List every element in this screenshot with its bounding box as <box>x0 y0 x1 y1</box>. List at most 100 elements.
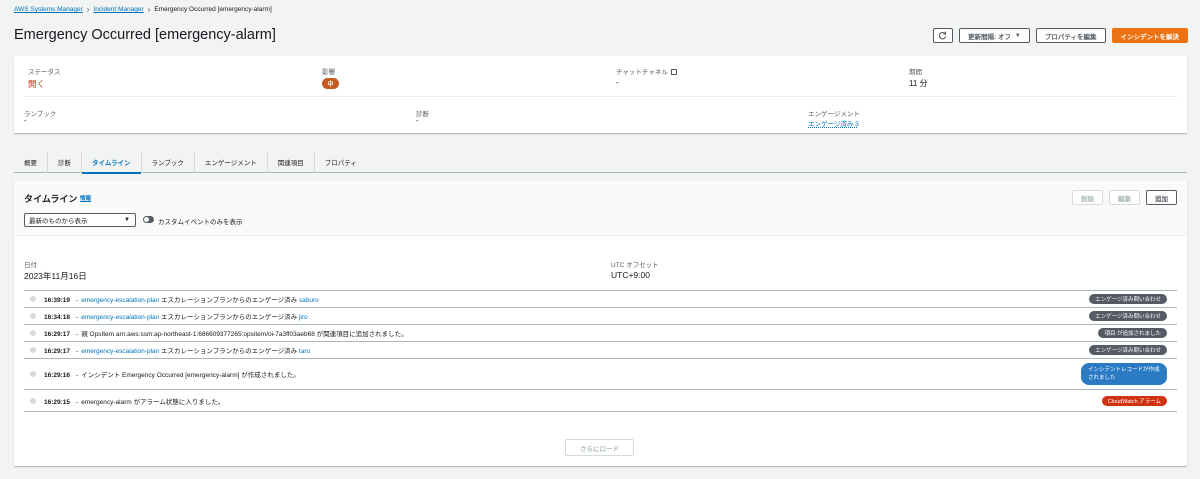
event-text: 16:29:16- インシデント Emergency Occurred [emer… <box>44 369 300 379</box>
chevron-right-icon: › <box>86 5 90 14</box>
info-link[interactable]: 情報 <box>80 194 91 202</box>
status-value: 開く <box>28 79 46 89</box>
tab-runbook[interactable]: ランブック <box>142 151 195 173</box>
tab-timeline[interactable]: タイムライン <box>82 151 142 174</box>
date-value: 2023年11月16日 <box>24 271 87 281</box>
event-dot-icon <box>30 397 36 404</box>
event-dot-icon <box>30 371 36 377</box>
event-text: 16:29:17- emergency-escalation-plan エスカレー… <box>44 345 310 355</box>
sort-order-value: 最新のものから表示 <box>29 218 88 225</box>
runbook-label: ランブック <box>24 111 57 118</box>
timeline-event-row: 16:29:15- emergency-alarm がアラーム状態に入りました。 C… <box>24 390 1177 412</box>
timeline-events: 16:39:19- emergency-escalation-plan エスカレー… <box>24 290 1177 412</box>
engagement-link[interactable]: エンゲージ済み 3 <box>808 118 859 128</box>
contact-link[interactable]: saburo <box>299 297 319 304</box>
header-actions: 更新間隔: オフ ▼ プロパティを編集 インシデントを解決 <box>932 28 1188 43</box>
impact-badge: 中 <box>322 78 339 89</box>
event-separator: - <box>76 398 79 406</box>
escalation-plan-link[interactable]: emergency-escalation-plan <box>81 348 159 355</box>
breadcrumb-incident-manager[interactable]: Incident Manager <box>93 6 143 13</box>
diagnosis-value: - <box>416 118 419 125</box>
caret-down-icon: ▼ <box>124 217 130 223</box>
event-time: 16:39:19 <box>44 297 71 304</box>
edit-properties-button[interactable]: プロパティを編集 <box>1035 28 1106 43</box>
event-time: 16:29:17 <box>44 348 71 355</box>
contact-link[interactable]: jiro <box>299 314 308 321</box>
refresh-interval-label: 更新間隔: オフ <box>967 33 1011 41</box>
duration-label: 期間 <box>909 69 922 76</box>
custom-events-toggle-label: カスタムイベントのみを表示 <box>158 219 243 226</box>
contact-link[interactable]: taro <box>299 348 310 355</box>
event-dot-icon <box>30 330 36 336</box>
timeline-event-row: 16:29:17- 親 OpsItem arn:aws:ssm:ap-northe… <box>24 325 1177 342</box>
engagement-label: エンゲージメント <box>808 111 860 118</box>
edit-button[interactable]: 編集 <box>1109 190 1140 205</box>
incident-summary: ステータス 開く 影響 中 チャットチャネル - 期間 11 分 ランブック -… <box>14 56 1187 133</box>
event-type-badge: エンゲージ済み問い合わせ <box>1089 311 1167 321</box>
event-description: エスカレーションプランからのエンゲージ済み <box>159 314 299 321</box>
tab-related-items[interactable]: 関連項目 <box>268 151 315 173</box>
incident-tabs: 概要 診断 タイムライン ランブック エンゲージメント 関連項目 プロパティ <box>14 151 1187 174</box>
event-text: 16:34:18- emergency-escalation-plan エスカレー… <box>44 311 308 321</box>
chevron-right-icon: › <box>147 5 151 14</box>
event-description: エスカレーションプランからのエンゲージ済み <box>159 297 299 304</box>
event-time: 16:29:15 <box>44 398 71 406</box>
event-separator: - <box>76 348 79 355</box>
event-type-badge: 項目 が追加されました <box>1098 328 1167 338</box>
timeline-event-row: 16:39:19- emergency-escalation-plan エスカレー… <box>24 291 1177 308</box>
timeline-actions: 削除 編集 追加 <box>1072 190 1177 205</box>
timeline-event-row: 16:29:16- インシデント Emergency Occurred [emer… <box>24 359 1177 390</box>
event-text: 16:39:19- emergency-escalation-plan エスカレー… <box>44 294 319 304</box>
event-separator: - <box>76 331 79 338</box>
event-type-badge: エンゲージ済み問い合わせ <box>1089 294 1167 304</box>
timeline-title: タイムライン <box>24 194 78 204</box>
event-type-badge: CloudWatch アラーム <box>1101 395 1167 406</box>
delete-button[interactable]: 削除 <box>1072 190 1103 205</box>
refresh-icon <box>939 31 947 40</box>
event-separator: - <box>76 314 79 321</box>
event-description: エスカレーションプランからのエンゲージ済み <box>159 348 299 355</box>
event-dot-icon <box>30 313 36 319</box>
timeline-panel: タイムライン 情報 削除 編集 追加 最新のものから表示 ▼ カスタムイベントの… <box>14 181 1187 466</box>
event-dot-icon <box>30 347 36 353</box>
event-separator: - <box>76 297 79 304</box>
timeline-event-row: 16:29:17- emergency-escalation-plan エスカレー… <box>24 342 1177 359</box>
load-more-button[interactable]: さらにロード <box>565 439 634 456</box>
sort-order-select[interactable]: 最新のものから表示 ▼ <box>24 213 136 227</box>
runbook-value: - <box>24 118 27 125</box>
resolve-incident-button[interactable]: インシデントを解決 <box>1111 28 1188 43</box>
timeline-header: タイムライン 情報 削除 編集 追加 最新のものから表示 ▼ カスタムイベントの… <box>14 181 1187 236</box>
utc-offset-value: UTC+9:00 <box>611 270 650 280</box>
impact-label: 影響 <box>322 69 335 76</box>
event-dot-icon <box>30 296 36 302</box>
event-description: インシデント Emergency Occurred [emergency-ala… <box>81 372 300 379</box>
refresh-interval-dropdown[interactable]: 更新間隔: オフ ▼ <box>958 28 1030 43</box>
timeline-event-row: 16:34:18- emergency-escalation-plan エスカレー… <box>24 308 1177 325</box>
refresh-button[interactable] <box>932 28 953 43</box>
caret-down-icon: ▼ <box>1014 32 1021 39</box>
tab-overview[interactable]: 概要 <box>14 151 48 173</box>
tab-properties[interactable]: プロパティ <box>315 152 367 173</box>
event-time: 16:29:16 <box>44 372 71 379</box>
escalation-plan-link[interactable]: emergency-escalation-plan <box>81 314 159 321</box>
event-description: 親 OpsItem arn:aws:ssm:ap-northeast-1:686… <box>81 331 408 338</box>
summary-divider <box>24 96 1177 97</box>
diagnosis-label: 診断 <box>416 111 429 118</box>
date-label: 日付 <box>24 262 37 269</box>
event-text: 16:29:17- 親 OpsItem arn:aws:ssm:ap-northe… <box>44 328 408 338</box>
tab-engagements[interactable]: エンゲージメント <box>195 151 268 173</box>
custom-events-toggle[interactable] <box>143 216 154 223</box>
escalation-plan-link[interactable]: emergency-escalation-plan <box>81 297 159 304</box>
chat-channel-label: チャットチャネル <box>616 66 677 76</box>
duration-value: 11 分 <box>909 79 928 88</box>
tab-diagnosis[interactable]: 診断 <box>48 151 82 173</box>
add-button[interactable]: 追加 <box>1146 190 1177 205</box>
event-time: 16:29:17 <box>44 331 71 338</box>
event-text: 16:29:15- emergency-alarm がアラーム状態に入りました。 <box>44 396 224 406</box>
chat-channel-value: - <box>616 78 619 87</box>
status-label: ステータス <box>28 69 61 76</box>
breadcrumb-systems-manager[interactable]: AWS Systems Manager <box>14 6 83 13</box>
event-type-badge: インシデントレコードが作成されました <box>1081 363 1167 385</box>
event-separator: - <box>76 372 79 379</box>
utc-offset-label: UTC オフセット <box>611 262 659 269</box>
